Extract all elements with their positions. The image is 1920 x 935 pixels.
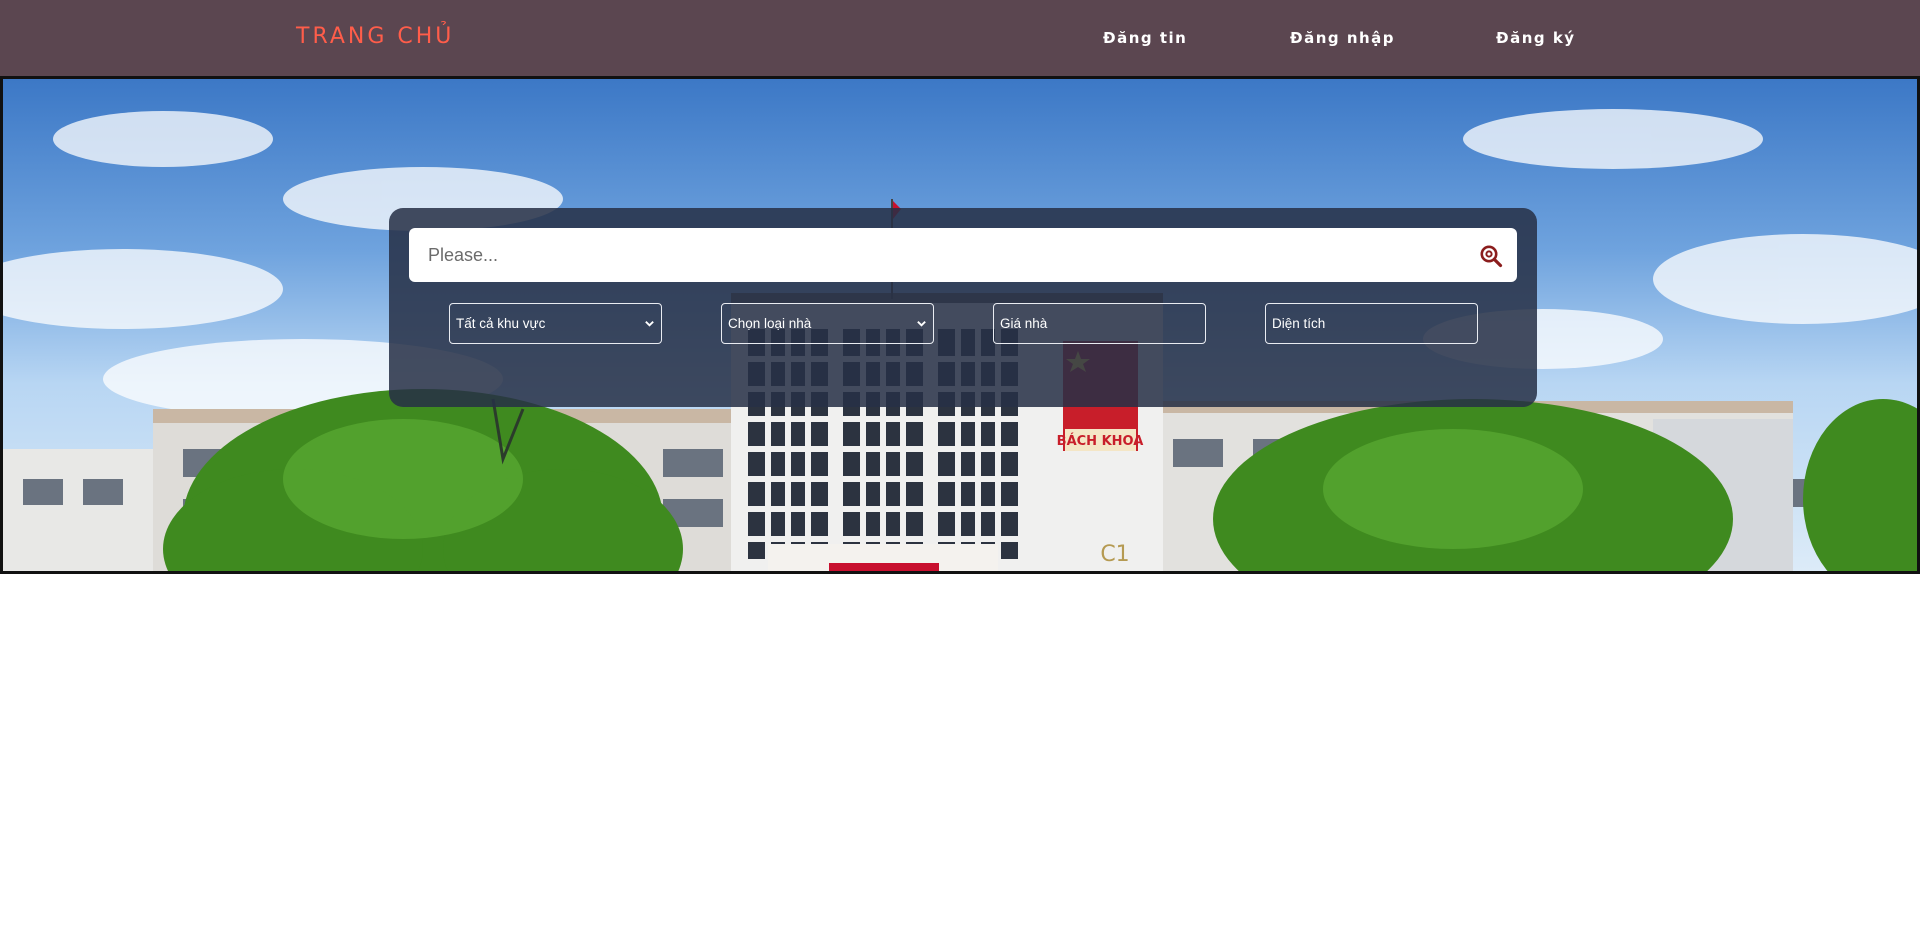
size-input-placeholder: Diện tích [1272,316,1326,331]
search-panel: Tất cả khu vực Chọn loại nhà Giá nhà Diệ… [389,208,1537,407]
price-input-placeholder: Giá nhà [1000,316,1048,331]
building-label: C1 [1100,542,1129,567]
search-input[interactable] [409,228,1459,282]
house-type-select[interactable]: Chọn loại nhà [721,303,934,344]
nav-register-link[interactable]: Đăng ký [1496,29,1576,47]
search-icon[interactable] [1479,244,1503,268]
top-navbar: TRANG CHỦ Đăng tin Đăng nhập Đăng ký [0,0,1920,76]
house-type-select-value: Chọn loại nhà [728,316,812,331]
search-box [409,228,1517,282]
size-input[interactable]: Diện tích [1265,303,1478,344]
nav-login-link[interactable]: Đăng nhập [1290,29,1395,47]
area-select-value: Tất cả khu vực [456,316,546,331]
hero-banner: BÁCH KHOA C1 Please... Tất cả khu vực Ch… [0,76,1920,574]
banner-text: BÁCH KHOA [1057,433,1144,449]
price-input[interactable]: Giá nhà [993,303,1206,344]
area-select[interactable]: Tất cả khu vực [449,303,662,344]
brand-home-link[interactable]: TRANG CHỦ [296,24,454,49]
chevron-down-icon [645,321,654,327]
chevron-down-icon [917,321,926,327]
nav-post-link[interactable]: Đăng tin [1103,29,1187,47]
